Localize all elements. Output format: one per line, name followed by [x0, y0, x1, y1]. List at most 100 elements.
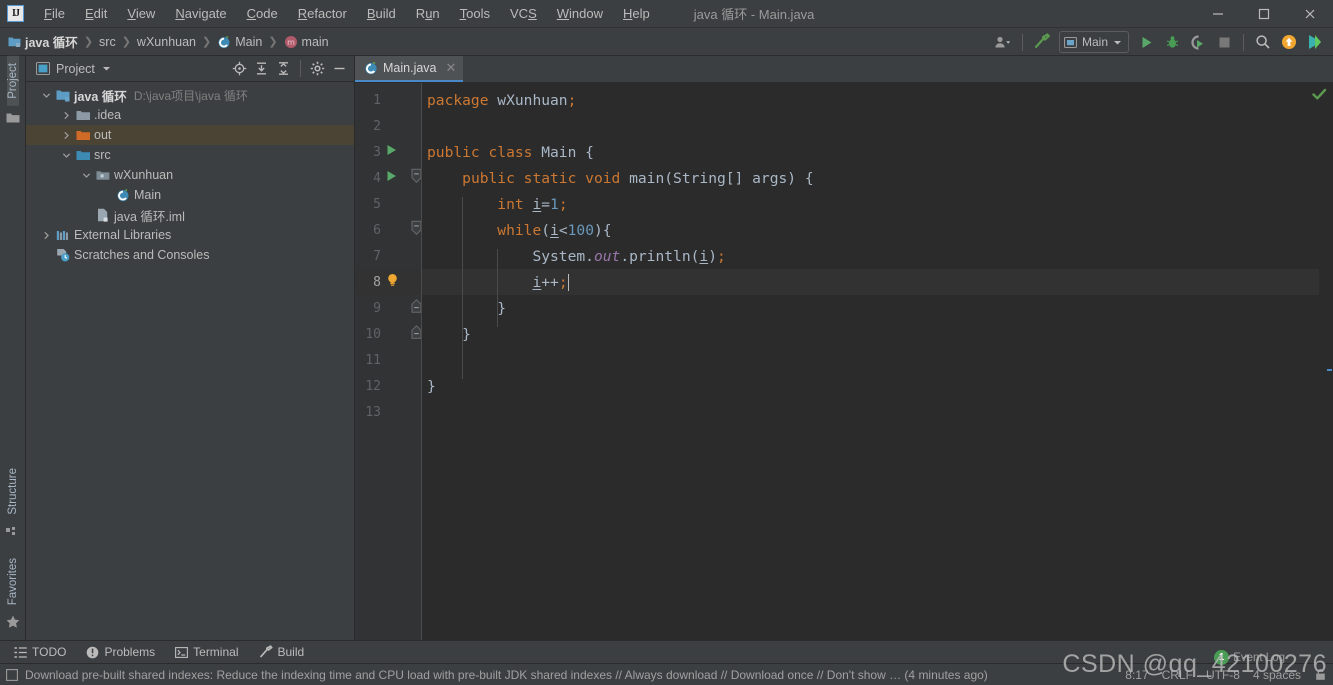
- breadcrumb-item-3[interactable]: Main: [217, 35, 262, 49]
- menu-item-run[interactable]: Run: [406, 2, 450, 25]
- indent-setting[interactable]: 4 spaces: [1253, 668, 1301, 682]
- menu-item-build[interactable]: Build: [357, 2, 406, 25]
- tree-expand-arrow[interactable]: [58, 111, 74, 120]
- code-line[interactable]: i ++;: [421, 269, 1319, 295]
- run-button[interactable]: [1134, 30, 1158, 54]
- gutter-line[interactable]: 8: [355, 269, 421, 295]
- menu-item-code[interactable]: Code: [237, 2, 288, 25]
- sidebar-item-project[interactable]: Project: [6, 56, 19, 106]
- gutter-line[interactable]: 13: [355, 399, 421, 425]
- gutter-line[interactable]: 5: [355, 191, 421, 217]
- file-encoding[interactable]: UTF-8: [1206, 668, 1240, 682]
- read-only-lock-icon[interactable]: [1314, 668, 1327, 681]
- run-with-coverage-button[interactable]: [1186, 30, 1210, 54]
- tree-expand-arrow[interactable]: [38, 231, 54, 240]
- breadcrumb-item-2[interactable]: wXunhuan: [137, 35, 196, 49]
- locate-target-icon[interactable]: [229, 58, 250, 79]
- chevron-down-icon[interactable]: [102, 64, 111, 73]
- tree-expand-arrow[interactable]: [78, 171, 94, 180]
- sidebar-item-favorites[interactable]: Favorites: [7, 551, 19, 612]
- gutter-line[interactable]: 11: [355, 347, 421, 373]
- tree-expand-arrow[interactable]: [58, 131, 74, 140]
- code-line[interactable]: System. out. println(i);: [421, 243, 1319, 269]
- event-log-indicator[interactable]: 1 Event Log: [1214, 650, 1285, 665]
- gutter-line[interactable]: 6: [355, 217, 422, 243]
- tree-expand-arrow[interactable]: [38, 91, 54, 100]
- debug-button[interactable]: [1160, 30, 1184, 54]
- run-gutter-icon[interactable]: [386, 170, 397, 186]
- tree-node[interactable]: java 循环.iml: [26, 205, 354, 225]
- account-icon[interactable]: [991, 30, 1015, 54]
- run-configuration-selector[interactable]: Main: [1058, 31, 1129, 53]
- search-everywhere-button[interactable]: [1251, 30, 1275, 54]
- menu-item-file[interactable]: File: [34, 2, 75, 25]
- tree-node[interactable]: Main: [26, 185, 354, 205]
- editor-gutter[interactable]: 1 2 3 4 5 6 7 8 9 10 11 12 13: [355, 83, 422, 640]
- gutter-line[interactable]: 3: [355, 139, 421, 165]
- menu-item-vcs[interactable]: VCS: [500, 2, 547, 25]
- sidebar-item-structure[interactable]: Structure: [7, 461, 19, 522]
- code-line[interactable]: while(i <100){: [421, 217, 1319, 243]
- expand-all-icon[interactable]: [251, 58, 272, 79]
- tree-node[interactable]: src: [26, 145, 354, 165]
- run-gutter-icon[interactable]: [386, 144, 397, 160]
- close-icon[interactable]: ✕: [446, 60, 457, 76]
- gutter-line[interactable]: 4: [355, 165, 422, 191]
- menu-item-tools[interactable]: Tools: [450, 2, 500, 25]
- hide-minimize-icon[interactable]: [329, 58, 350, 79]
- project-tree[interactable]: java 循环 D:\java项目\java 循环 .idea out src wXunh…: [26, 82, 354, 640]
- collapse-all-icon[interactable]: [273, 58, 294, 79]
- gutter-line[interactable]: 9: [355, 295, 422, 321]
- status-message[interactable]: Download pre-built shared indexes: Reduc…: [25, 668, 988, 682]
- menu-item-refactor[interactable]: Refactor: [288, 2, 357, 25]
- code-line[interactable]: public class Main {: [421, 139, 1319, 165]
- bottom-tab-problems[interactable]: Problems: [78, 643, 163, 661]
- intention-bulb-icon[interactable]: [386, 273, 399, 291]
- bottom-tab-terminal[interactable]: Terminal: [167, 643, 246, 661]
- menu-item-edit[interactable]: Edit: [75, 2, 117, 25]
- hammer-build-icon[interactable]: [1030, 30, 1054, 54]
- code-line[interactable]: }: [421, 295, 1319, 321]
- editor-code-content[interactable]: package wXunhuan; public class Main { pub…: [421, 83, 1319, 640]
- settings-gear-icon[interactable]: [307, 58, 328, 79]
- menu-item-navigate[interactable]: Navigate: [165, 2, 236, 25]
- tree-node[interactable]: java 循环 D:\java项目\java 循环: [26, 85, 354, 105]
- close-button[interactable]: [1287, 0, 1333, 28]
- code-line[interactable]: package wXunhuan;: [421, 87, 1319, 113]
- line-separator[interactable]: CRLF: [1162, 668, 1193, 682]
- gutter-line[interactable]: 10: [355, 321, 422, 347]
- notification-box-icon[interactable]: [6, 668, 18, 681]
- code-line[interactable]: }: [421, 373, 1319, 399]
- editor-tab-main-java[interactable]: Main.java ✕: [355, 56, 464, 82]
- maximize-button[interactable]: [1241, 0, 1287, 28]
- tree-node[interactable]: .idea: [26, 105, 354, 125]
- tree-node[interactable]: Scratches and Consoles: [26, 245, 354, 265]
- code-line[interactable]: [421, 399, 1319, 425]
- caret-position[interactable]: 8:17: [1125, 668, 1148, 682]
- code-line[interactable]: }: [421, 321, 1319, 347]
- menu-item-view[interactable]: View: [117, 2, 165, 25]
- update-button[interactable]: [1277, 30, 1301, 54]
- code-line[interactable]: public static void main(String[] args) {: [421, 165, 1319, 191]
- breadcrumb-item-4[interactable]: m main: [284, 35, 329, 49]
- gutter-line[interactable]: 12: [355, 373, 421, 399]
- gutter-line[interactable]: 2: [355, 113, 421, 139]
- bottom-tab-todo[interactable]: TODO: [6, 643, 74, 661]
- breadcrumb-item-0[interactable]: java 循环: [8, 32, 78, 51]
- code-line[interactable]: int i = 1;: [421, 191, 1319, 217]
- minimize-button[interactable]: [1195, 0, 1241, 28]
- bottom-tab-build[interactable]: Build: [251, 643, 313, 661]
- gutter-line[interactable]: 7: [355, 243, 421, 269]
- gutter-line[interactable]: 1: [355, 87, 421, 113]
- breadcrumb-item-1[interactable]: src: [99, 35, 116, 49]
- ide-play-icon[interactable]: [1303, 30, 1327, 54]
- code-editor[interactable]: 1 2 3 4 5 6 7 8 9 10 11 12 13 package wXunhuan; publi…: [355, 83, 1333, 640]
- code-line[interactable]: [421, 113, 1319, 139]
- menu-item-window[interactable]: Window: [547, 2, 613, 25]
- stop-button[interactable]: [1212, 30, 1236, 54]
- inspection-ok-check-icon[interactable]: [1312, 88, 1327, 106]
- tree-node[interactable]: wXunhuan: [26, 165, 354, 185]
- menu-item-help[interactable]: Help: [613, 2, 660, 25]
- tree-node[interactable]: out: [26, 125, 354, 145]
- code-line[interactable]: [421, 347, 1319, 373]
